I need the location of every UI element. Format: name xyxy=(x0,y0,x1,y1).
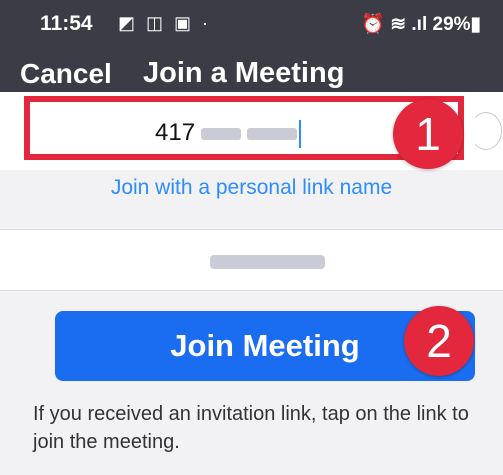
nav-bar: Cancel Join a Meeting xyxy=(0,48,503,92)
notification-icons: ◩ ◫ ▣ · xyxy=(118,13,212,33)
status-bar: 11:54 ◩ ◫ ▣ · ⏰ ≋ .ıl 29%▮ xyxy=(0,0,503,48)
personal-link-name-link[interactable]: Join with a personal link name xyxy=(0,176,503,200)
blurred-name xyxy=(210,255,325,269)
display-name-field[interactable] xyxy=(0,229,503,291)
meeting-id-value: 417 xyxy=(155,119,302,148)
meeting-id-prefix: 417 xyxy=(155,119,196,146)
text-cursor xyxy=(299,119,302,148)
cancel-button[interactable]: Cancel xyxy=(20,58,112,90)
history-dropdown-icon[interactable] xyxy=(470,112,502,150)
step-badge-2: 2 xyxy=(404,306,474,376)
blurred-digits xyxy=(201,127,242,140)
page-title: Join a Meeting xyxy=(143,57,345,89)
blurred-digits xyxy=(247,127,298,140)
status-time: 11:54 xyxy=(40,12,93,35)
battery-indicator: ⏰ ≋ .ıl 29%▮ xyxy=(361,14,481,35)
step-badge-1: 1 xyxy=(393,99,463,169)
help-text: If you received an invitation link, tap … xyxy=(33,403,469,453)
